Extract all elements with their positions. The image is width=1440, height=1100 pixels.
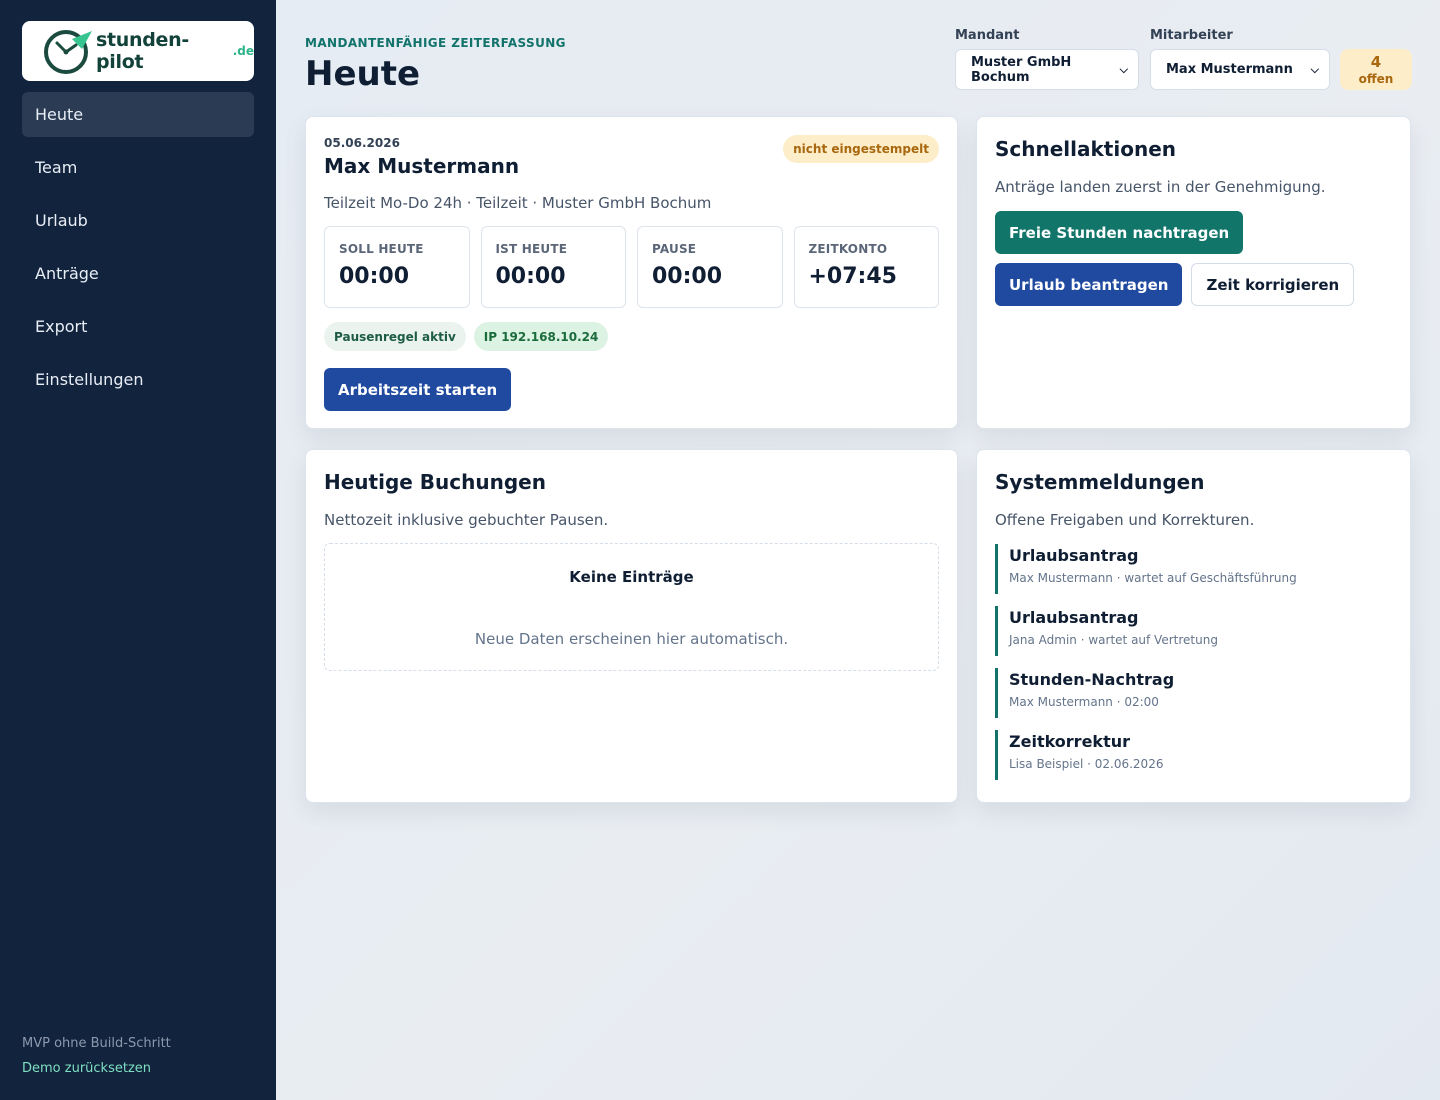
sidebar: stunden-pilot .de Heute Team Urlaub Antr… <box>0 0 276 1100</box>
open-requests-badge[interactable]: 4 offen <box>1340 49 1412 90</box>
start-work-button[interactable]: Arbeitszeit starten <box>324 368 512 411</box>
time-stats: SOLL HEUTE 00:00 IST HEUTE 00:00 PAUSE 0… <box>324 226 939 308</box>
logo[interactable]: stunden-pilot .de <box>22 21 254 81</box>
page-title: Heute <box>305 54 421 94</box>
stat-label: PAUSE <box>652 242 697 256</box>
stat-value: 00:00 <box>495 264 566 289</box>
stat-soll: SOLL HEUTE 00:00 <box>324 226 470 308</box>
add-hours-button[interactable]: Freie Stunden nachtragen <box>995 211 1244 254</box>
bookings-empty-state: Keine Einträge Neue Daten erscheinen hie… <box>324 543 939 671</box>
build-note: MVP ohne Build-Schritt <box>22 1036 171 1051</box>
clock-status-badge: nicht eingestempelt <box>783 135 939 163</box>
message-subtitle: Max Mustermann · wartet auf Geschäftsfüh… <box>1009 571 1297 585</box>
break-rule-tag: Pausenregel aktiv <box>324 322 466 351</box>
nav-item-antraege[interactable]: Anträge <box>22 251 254 296</box>
tenant-select[interactable]: Muster GmbH Bochum ⌵ <box>955 49 1139 90</box>
message-subtitle: Max Mustermann · 02:00 <box>1009 695 1159 709</box>
nav-item-export[interactable]: Export <box>22 304 254 349</box>
stat-zeitkonto: ZEITKONTO +07:45 <box>793 226 939 308</box>
employee-details: Teilzeit Mo-Do 24h · Teilzeit · Muster G… <box>324 194 712 212</box>
chevron-down-icon: ⌵ <box>1310 62 1319 76</box>
reset-demo-link[interactable]: Demo zurücksetzen <box>22 1061 171 1076</box>
bookings-card: Heutige Buchungen Nettozeit inklusive ge… <box>305 449 958 803</box>
status-tags: Pausenregel aktiv IP 192.168.10.24 <box>324 322 939 351</box>
employee-select-value: Max Mustermann <box>1166 62 1293 77</box>
nav-item-team[interactable]: Team <box>22 145 254 190</box>
message-item[interactable]: Zeitkorrektur Lisa Beispiel · 02.06.2026 <box>995 730 1392 780</box>
message-title: Stunden-Nachtrag <box>1009 670 1175 689</box>
stat-value: 00:00 <box>652 264 723 289</box>
message-title: Urlaubsantrag <box>1009 546 1139 565</box>
quick-actions-title: Schnellaktionen <box>995 137 1177 161</box>
ip-tag: IP 192.168.10.24 <box>473 322 609 351</box>
page-eyebrow: MANDANTENFÄHIGE ZEITERFASSUNG <box>305 36 566 50</box>
stat-pause: PAUSE 00:00 <box>637 226 783 308</box>
message-title: Zeitkorrektur <box>1009 732 1130 751</box>
quick-actions-subtitle: Anträge landen zuerst in der Genehmigung… <box>995 178 1326 196</box>
today-card: 05.06.2026 Max Mustermann nicht eingeste… <box>305 116 958 429</box>
tenant-select-value: Muster GmbH Bochum <box>971 54 1072 85</box>
empty-subtitle: Neue Daten erscheinen hier automatisch. <box>474 630 789 648</box>
request-vacation-button[interactable]: Urlaub beantragen <box>995 263 1183 306</box>
messages-title: Systemmeldungen <box>995 470 1205 494</box>
employee-label: Mitarbeiter <box>1150 28 1233 43</box>
bookings-subtitle: Nettozeit inklusive gebuchter Pausen. <box>324 511 609 529</box>
nav-item-heute[interactable]: Heute <box>22 92 254 137</box>
open-label: offen <box>1358 72 1394 86</box>
chevron-down-icon: ⌵ <box>1119 62 1128 76</box>
stat-label: SOLL HEUTE <box>339 242 424 256</box>
nav-item-einstellungen[interactable]: Einstellungen <box>22 357 254 402</box>
message-item[interactable]: Stunden-Nachtrag Max Mustermann · 02:00 <box>995 668 1392 718</box>
message-subtitle: Jana Admin · wartet auf Vertretung <box>1009 633 1218 647</box>
tenant-label: Mandant <box>955 28 1020 43</box>
message-item[interactable]: Urlaubsantrag Jana Admin · wartet auf Ve… <box>995 606 1392 656</box>
logo-tld: .de <box>232 44 254 58</box>
stat-ist: IST HEUTE 00:00 <box>480 226 626 308</box>
logo-text: stunden-pilot <box>96 29 189 73</box>
messages-subtitle: Offene Freigaben und Korrekturen. <box>995 511 1255 529</box>
nav-item-urlaub[interactable]: Urlaub <box>22 198 254 243</box>
stat-label: IST HEUTE <box>495 242 568 256</box>
main-nav: Heute Team Urlaub Anträge Export Einstel… <box>22 92 254 410</box>
correct-time-button[interactable]: Zeit korrigieren <box>1191 263 1355 306</box>
message-subtitle: Lisa Beispiel · 02.06.2026 <box>1009 757 1164 771</box>
quick-actions-card: Schnellaktionen Anträge landen zuerst in… <box>976 116 1411 429</box>
clock-plane-icon <box>44 30 92 74</box>
open-count: 4 <box>1370 53 1382 71</box>
message-title: Urlaubsantrag <box>1009 608 1139 627</box>
empty-title: Keine Einträge <box>569 568 694 586</box>
message-item[interactable]: Urlaubsantrag Max Mustermann · wartet au… <box>995 544 1392 594</box>
stat-value: +07:45 <box>808 264 897 289</box>
stat-value: 00:00 <box>339 264 410 289</box>
bookings-title: Heutige Buchungen <box>324 470 546 494</box>
sidebar-footer: MVP ohne Build-Schritt Demo zurücksetzen <box>22 1036 171 1076</box>
stat-label: ZEITKONTO <box>808 242 888 256</box>
employee-select[interactable]: Max Mustermann ⌵ <box>1150 49 1330 90</box>
system-messages-card: Systemmeldungen Offene Freigaben und Kor… <box>976 449 1411 803</box>
